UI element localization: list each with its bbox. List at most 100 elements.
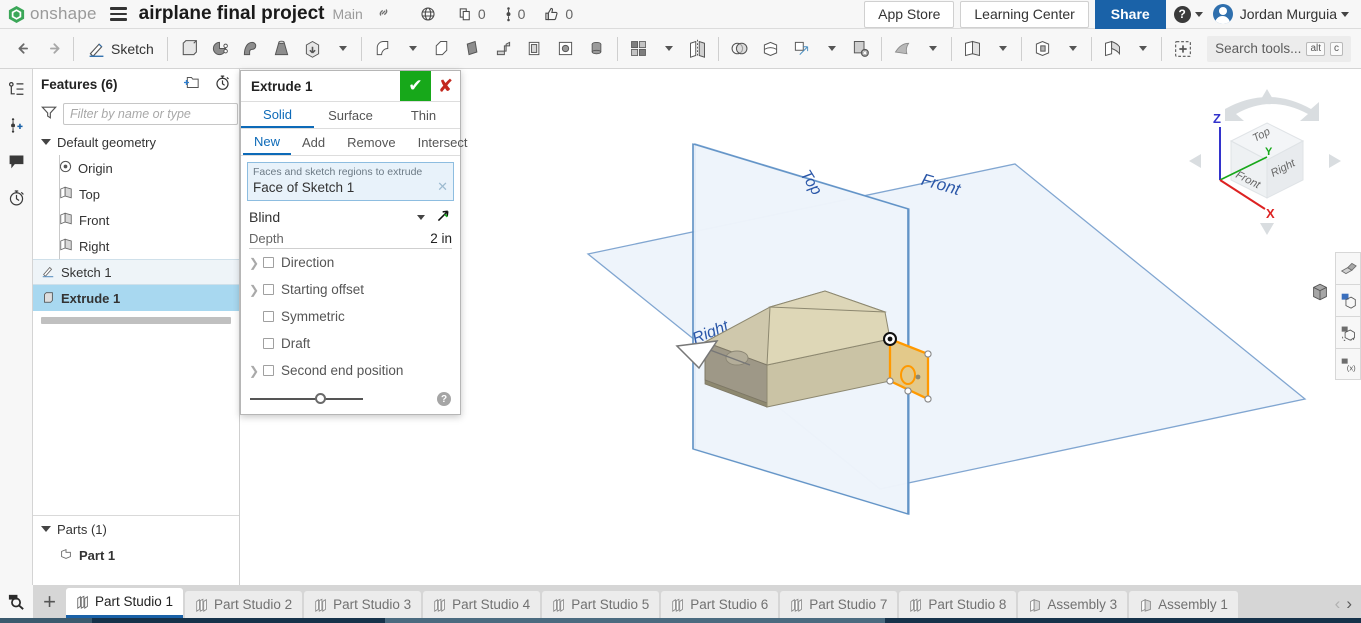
- selection-chip[interactable]: Face of Sketch 1 ✕: [253, 179, 448, 195]
- cancel-button[interactable]: ✘: [431, 71, 460, 101]
- copies-count[interactable]: 0: [458, 6, 486, 22]
- add-tab-button[interactable]: +: [33, 585, 66, 618]
- chevron-right-icon[interactable]: ❯: [249, 364, 263, 378]
- feature-item-extrude-1[interactable]: Extrude 1: [33, 285, 239, 311]
- selection-box[interactable]: Faces and sketch regions to extrude Face…: [247, 162, 454, 201]
- option-starting-offset[interactable]: ❯ Starting offset: [241, 276, 460, 303]
- public-globe-icon[interactable]: [420, 6, 436, 22]
- default-geometry-group[interactable]: Default geometry: [33, 129, 239, 155]
- tab-prev-button[interactable]: ‹: [1335, 594, 1341, 614]
- versions-count[interactable]: 0: [504, 6, 525, 23]
- tab-next-button[interactable]: ›: [1346, 594, 1352, 614]
- plane-icon[interactable]: [957, 32, 988, 66]
- symmetric-checkbox[interactable]: [263, 311, 274, 322]
- tab-remove[interactable]: Remove: [336, 129, 406, 155]
- tab-part-studio-8[interactable]: Part Studio 8: [899, 591, 1017, 618]
- part-item-part-1[interactable]: Part 1: [33, 542, 239, 568]
- option-symmetric[interactable]: Symmetric: [241, 303, 460, 330]
- loft-icon[interactable]: [266, 32, 297, 66]
- tab-part-studio-3[interactable]: Part Studio 3: [304, 591, 422, 618]
- add-comment-icon[interactable]: [4, 113, 28, 137]
- second-end-position-checkbox[interactable]: [263, 365, 274, 376]
- accept-button[interactable]: ✔: [400, 71, 431, 101]
- fillet-icon[interactable]: [367, 32, 398, 66]
- option-draft[interactable]: Draft: [241, 330, 460, 357]
- rollback-bar[interactable]: [41, 317, 231, 324]
- undo-icon[interactable]: [10, 32, 39, 66]
- draft-checkbox[interactable]: [263, 338, 274, 349]
- thicken-icon[interactable]: [297, 32, 328, 66]
- pattern-more-icon[interactable]: [654, 32, 682, 66]
- onshape-logo-icon[interactable]: [6, 4, 26, 24]
- feature-item-sketch-1[interactable]: Sketch 1: [33, 259, 239, 285]
- filter-icon[interactable]: [41, 105, 57, 123]
- extrude-icon[interactable]: [173, 32, 204, 66]
- boolean-icon[interactable]: [724, 32, 755, 66]
- surface-more-icon[interactable]: [1128, 32, 1156, 66]
- chevron-down-icon[interactable]: [417, 214, 425, 220]
- tab-assembly-3[interactable]: Assembly 3: [1018, 591, 1128, 618]
- parts-group[interactable]: Parts (1): [33, 516, 239, 542]
- depth-field[interactable]: Depth 2 in: [249, 231, 452, 249]
- tree-item-origin[interactable]: Origin: [33, 155, 239, 181]
- part-icon[interactable]: [1027, 32, 1058, 66]
- tab-part-studio-2[interactable]: Part Studio 2: [185, 591, 303, 618]
- chamfer-icon[interactable]: [426, 32, 457, 66]
- question-icon[interactable]: ?: [437, 392, 451, 406]
- plane-more-icon[interactable]: [988, 32, 1016, 66]
- slider-knob[interactable]: [315, 393, 326, 404]
- fillet-more-icon[interactable]: [398, 32, 426, 66]
- zoom-tab-icon[interactable]: [0, 585, 33, 618]
- tree-item-front[interactable]: Front: [33, 207, 239, 233]
- main-menu-icon[interactable]: [109, 7, 127, 21]
- delete-face-icon[interactable]: [845, 32, 876, 66]
- likes-count[interactable]: 0: [543, 6, 573, 22]
- link-icon[interactable]: [375, 4, 392, 25]
- sweep-icon[interactable]: [235, 32, 266, 66]
- option-direction[interactable]: ❯ Direction: [241, 249, 460, 276]
- chevron-right-icon[interactable]: ❯: [249, 256, 263, 270]
- tab-part-studio-1[interactable]: Part Studio 1: [66, 588, 184, 618]
- opacity-slider[interactable]: [250, 393, 363, 404]
- draft-icon[interactable]: [457, 32, 488, 66]
- stopwatch-icon[interactable]: [214, 74, 231, 94]
- thread-icon[interactable]: [581, 32, 612, 66]
- chevron-right-icon[interactable]: ❯: [249, 283, 263, 297]
- tab-part-studio-6[interactable]: Part Studio 6: [661, 591, 779, 618]
- hole-icon[interactable]: [550, 32, 581, 66]
- sketch-button[interactable]: Sketch: [79, 32, 162, 66]
- user-menu[interactable]: Jordan Murguia: [1212, 4, 1349, 24]
- tree-item-top[interactable]: Top: [33, 181, 239, 207]
- tab-part-studio-7[interactable]: Part Studio 7: [780, 591, 898, 618]
- curve-more-icon[interactable]: [918, 32, 946, 66]
- curve-icon[interactable]: [887, 32, 918, 66]
- app-store-button[interactable]: App Store: [864, 0, 955, 28]
- flip-direction-icon[interactable]: [435, 207, 452, 227]
- filter-input[interactable]: [63, 103, 238, 125]
- history-icon[interactable]: [4, 185, 28, 209]
- tab-add[interactable]: Add: [291, 129, 336, 155]
- variable-icon[interactable]: [1167, 32, 1199, 66]
- surface-icon[interactable]: [1097, 32, 1128, 66]
- feature-list-icon[interactable]: [4, 77, 28, 101]
- part-more-icon[interactable]: [1058, 32, 1086, 66]
- view-cube[interactable]: Top Front Right Z Y X: [1183, 85, 1353, 245]
- dialog-title-bar[interactable]: Extrude 1 ✔ ✘: [241, 71, 460, 102]
- tab-part-studio-4[interactable]: Part Studio 4: [423, 591, 541, 618]
- option-second-end-position[interactable]: ❯ Second end position: [241, 357, 460, 384]
- direction-checkbox[interactable]: [263, 257, 274, 268]
- tab-intersect[interactable]: Intersect: [407, 129, 479, 155]
- learning-center-button[interactable]: Learning Center: [960, 0, 1089, 28]
- redo-icon[interactable]: [39, 32, 68, 66]
- close-icon[interactable]: ✕: [437, 179, 448, 195]
- share-button[interactable]: Share: [1094, 0, 1166, 29]
- comments-icon[interactable]: [4, 149, 28, 173]
- rib-icon[interactable]: [488, 32, 519, 66]
- end-type-row[interactable]: Blind: [241, 201, 460, 231]
- transform-more-icon[interactable]: [817, 32, 845, 66]
- tab-surface[interactable]: Surface: [314, 102, 387, 128]
- tree-item-right[interactable]: Right: [33, 233, 239, 259]
- tab-solid[interactable]: Solid: [241, 102, 314, 128]
- pattern-icon[interactable]: [623, 32, 654, 66]
- shell-icon[interactable]: [519, 32, 550, 66]
